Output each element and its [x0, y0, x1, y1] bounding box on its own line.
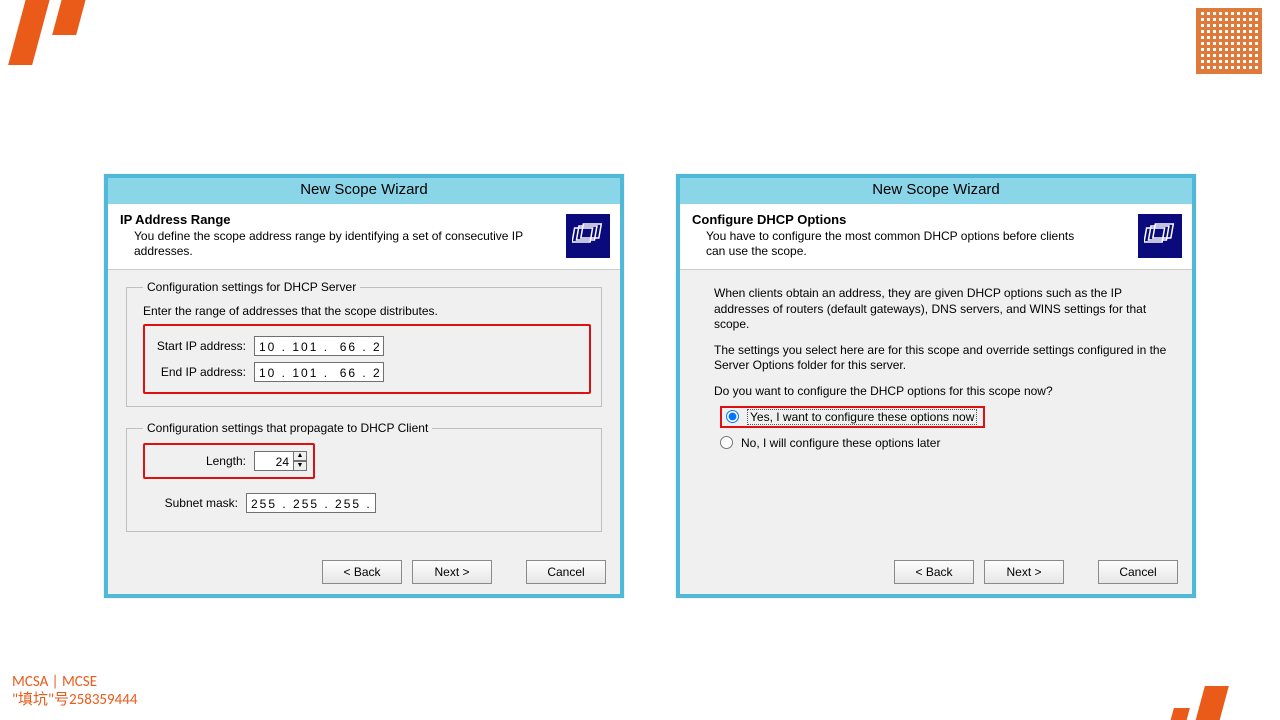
button-row-right: < Back Next > Cancel [894, 560, 1178, 584]
next-button[interactable]: Next > [984, 560, 1064, 584]
page-subheading-left: You define the scope address range by id… [134, 229, 524, 259]
back-button[interactable]: < Back [894, 560, 974, 584]
page-heading-right: Configure DHCP Options [692, 212, 1180, 227]
group-dhcp-server: Configuration settings for DHCP Server E… [126, 280, 602, 407]
next-button[interactable]: Next > [412, 560, 492, 584]
footer-line-2: "填坑"号258359444 [12, 691, 137, 710]
footer-text: MCSA | MCSE "填坑"号258359444 [12, 673, 137, 711]
highlight-length: Length: ▲ ▼ [143, 443, 315, 479]
radio-yes[interactable] [726, 410, 739, 423]
wizard-ip-range: New Scope Wizard IP Address Range You de… [104, 174, 624, 598]
subnet-mask-label: Subnet mask: [143, 496, 238, 510]
wizard-configure-options: New Scope Wizard Configure DHCP Options … [676, 174, 1196, 598]
radio-yes-label[interactable]: Yes, I want to configure these options n… [747, 409, 977, 425]
end-ip-input[interactable] [254, 362, 384, 382]
header-panel-right: Configure DHCP Options You have to confi… [680, 204, 1192, 270]
length-label: Length: [151, 454, 246, 468]
button-row-left: < Back Next > Cancel [322, 560, 606, 584]
highlight-ip-range: Start IP address: End IP address: [143, 324, 591, 394]
header-panel-left: IP Address Range You define the scope ad… [108, 204, 620, 270]
cancel-button[interactable]: Cancel [1098, 560, 1178, 584]
wizard-icon [566, 214, 610, 258]
cancel-button[interactable]: Cancel [526, 560, 606, 584]
start-ip-input[interactable] [254, 336, 384, 356]
group-dhcp-server-legend: Configuration settings for DHCP Server [143, 280, 360, 294]
start-ip-label: Start IP address: [151, 339, 246, 353]
slide-stage: MCSA | MCSE "填坑"号258359444 New Scope Wiz… [0, 0, 1280, 720]
spin-down-icon[interactable]: ▼ [293, 461, 307, 471]
options-para-2: The settings you select here are for thi… [714, 343, 1168, 374]
length-input[interactable] [254, 451, 294, 471]
page-heading-left: IP Address Range [120, 212, 608, 227]
end-ip-label: End IP address: [151, 365, 246, 379]
titlebar-left[interactable]: New Scope Wizard [108, 178, 620, 204]
footer-line-1: MCSA | MCSE [12, 673, 137, 692]
wizard-icon [1138, 214, 1182, 258]
spin-up-icon[interactable]: ▲ [293, 451, 307, 461]
group-dhcp-client: Configuration settings that propagate to… [126, 421, 602, 532]
qr-code [1196, 8, 1262, 74]
back-button[interactable]: < Back [322, 560, 402, 584]
options-para-1: When clients obtain an address, they are… [714, 286, 1168, 333]
length-spinner[interactable]: ▲ ▼ [293, 451, 307, 471]
subnet-mask-input[interactable] [246, 493, 376, 513]
range-instruction: Enter the range of addresses that the sc… [143, 304, 591, 318]
highlight-yes-option: Yes, I want to configure these options n… [720, 406, 985, 428]
options-question: Do you want to configure the DHCP option… [714, 384, 1168, 398]
radio-no-label[interactable]: No, I will configure these options later [741, 436, 940, 450]
group-dhcp-client-legend: Configuration settings that propagate to… [143, 421, 432, 435]
titlebar-right[interactable]: New Scope Wizard [680, 178, 1192, 204]
radio-no[interactable] [720, 436, 733, 449]
page-subheading-right: You have to configure the most common DH… [706, 229, 1096, 259]
